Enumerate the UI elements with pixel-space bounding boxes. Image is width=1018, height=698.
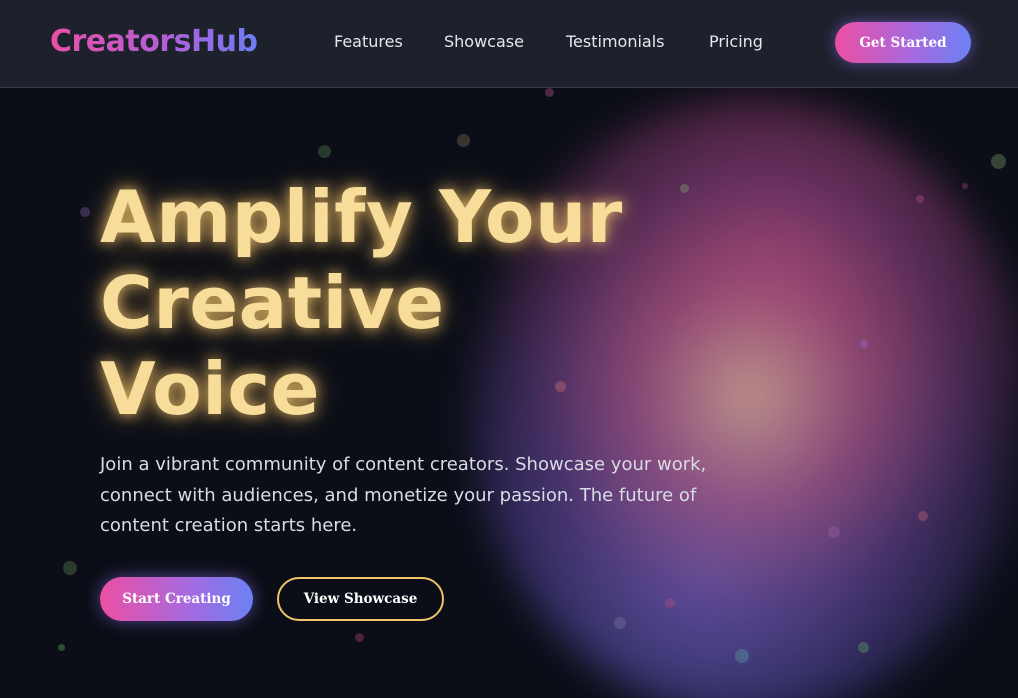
nav-link-pricing[interactable]: Pricing xyxy=(709,31,763,53)
nav-link-testimonials[interactable]: Testimonials xyxy=(566,31,665,53)
view-showcase-button[interactable]: View Showcase xyxy=(277,577,444,621)
hero-title: Amplify Your Creative Voice xyxy=(100,175,623,431)
start-creating-button[interactable]: Start Creating xyxy=(100,577,253,621)
particle-dot xyxy=(58,644,65,651)
nav-link-showcase[interactable]: Showcase xyxy=(444,31,524,53)
particle-dot xyxy=(828,526,840,538)
hero-subtitle: Join a vibrant community of content crea… xyxy=(100,454,707,536)
particle-dot xyxy=(962,183,968,189)
particle-dot xyxy=(735,649,749,663)
particle-dot xyxy=(355,633,364,642)
top-navbar: CreatorsHub Features Showcase Testimonia… xyxy=(0,0,1018,88)
particle-dot xyxy=(80,207,90,217)
particle-dot xyxy=(665,598,675,608)
particle-dot xyxy=(858,642,869,653)
particle-dot xyxy=(63,561,77,575)
particle-dot xyxy=(318,145,331,158)
particle-dot xyxy=(457,134,470,147)
particle-dot xyxy=(614,617,626,629)
particle-dot xyxy=(545,88,554,97)
hero-section: Amplify Your Creative Voice Join a vibra… xyxy=(0,88,1018,698)
brand-logo[interactable]: CreatorsHub xyxy=(50,20,258,64)
particle-dot xyxy=(991,154,1006,169)
page: CreatorsHub Features Showcase Testimonia… xyxy=(0,0,1018,698)
nav-link-features[interactable]: Features xyxy=(334,31,403,53)
particle-dot xyxy=(860,340,868,348)
get-started-button[interactable]: Get Started xyxy=(835,22,971,63)
particle-dot xyxy=(916,195,924,203)
particle-dot xyxy=(918,511,928,521)
